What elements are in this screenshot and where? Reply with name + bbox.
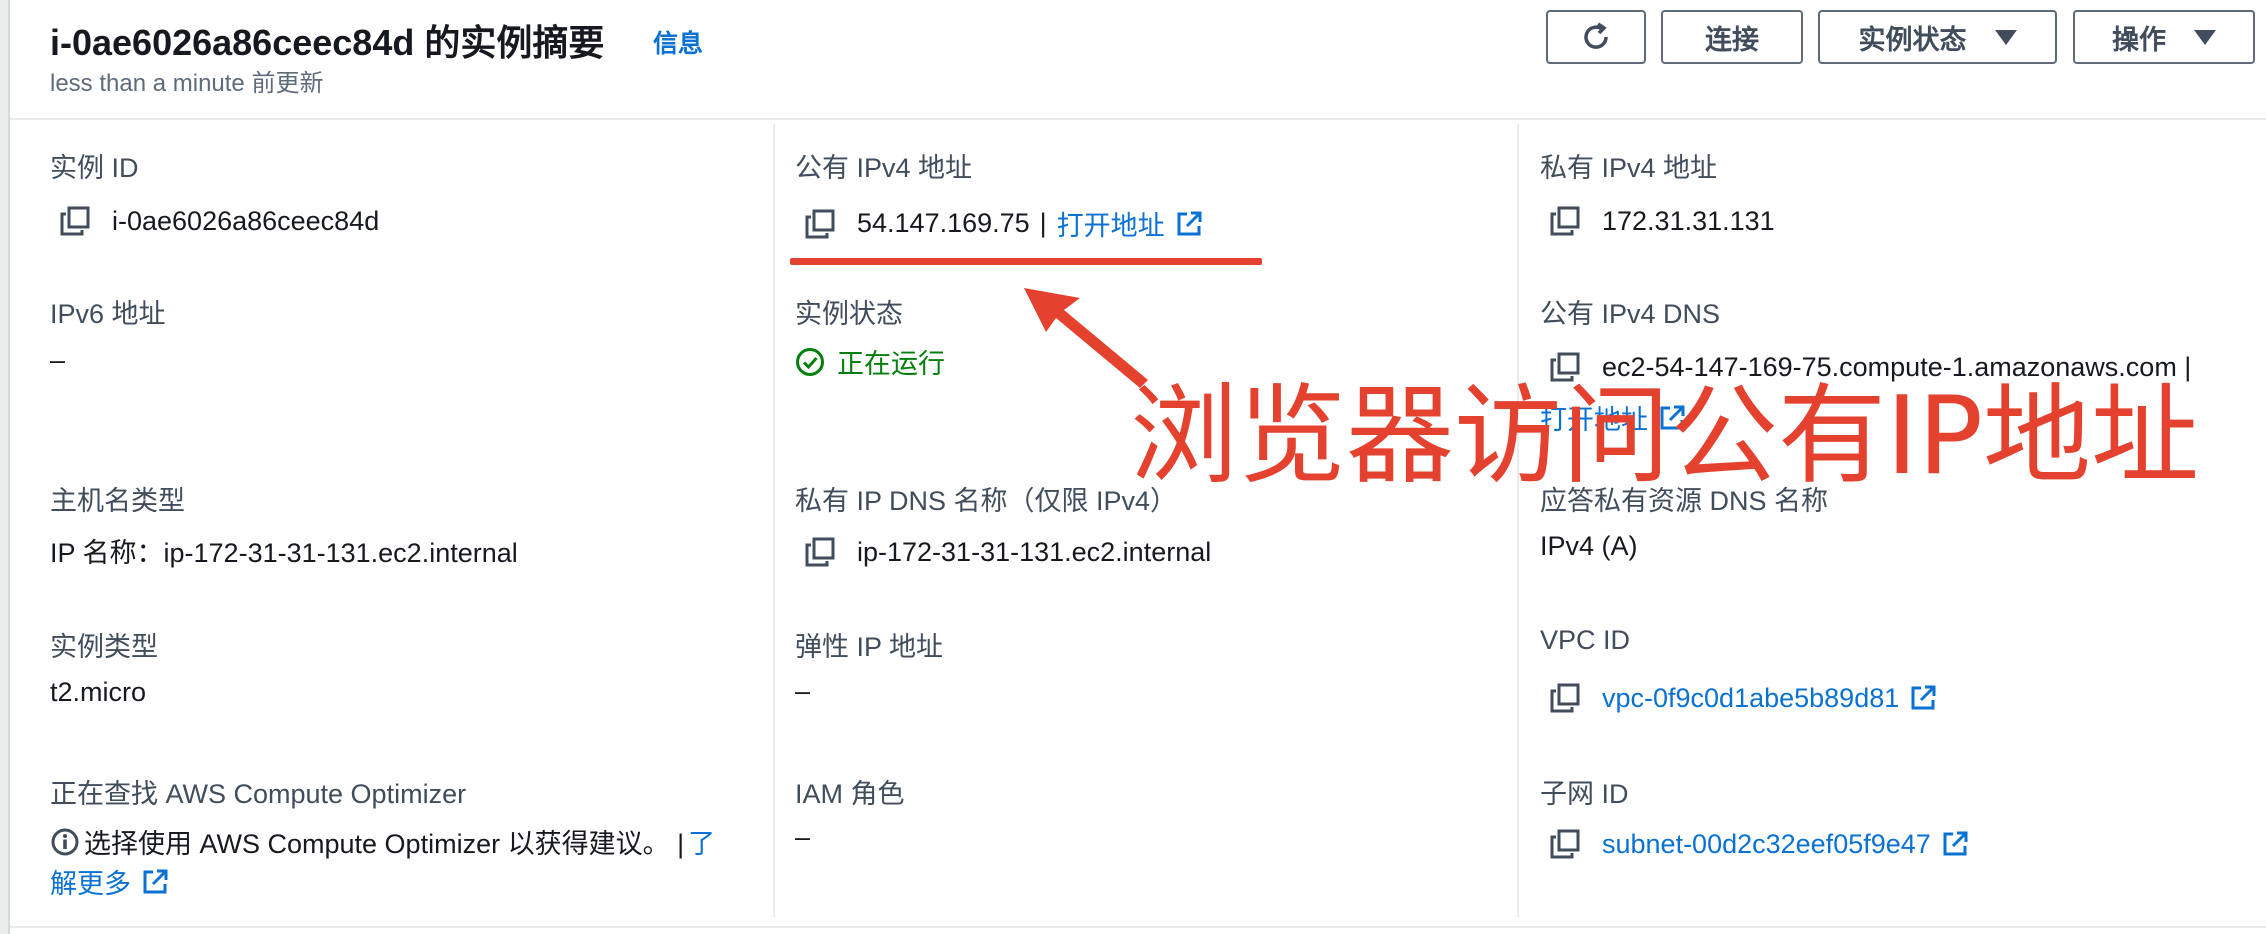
external-link-icon	[141, 868, 169, 896]
vpc-id-label: VPC ID	[1540, 625, 1631, 655]
learn-more-link[interactable]: 解更多	[50, 862, 131, 901]
page-title: i-0ae6026a86ceec84d 的实例摘要	[50, 22, 605, 63]
public-dns-label: 公有 IPv4 DNS	[1540, 299, 1721, 329]
refresh-button[interactable]	[1546, 10, 1646, 64]
private-dns-label: 私有 IP DNS 名称（仅限 IPv4）	[795, 486, 1178, 516]
open-address-link[interactable]: 打开地址	[1057, 204, 1165, 243]
last-updated-text: less than a minute 前更新	[50, 70, 324, 97]
public-ipv4-value: 54.147.169.75	[857, 208, 1030, 238]
resource-dns-value: IPv4 (A)	[1540, 531, 1638, 561]
instance-id-text: i-0ae6026a86ceec84d	[112, 205, 380, 236]
info-link[interactable]: 信息	[653, 24, 703, 60]
caret-down-icon	[2194, 29, 2216, 45]
copy-icon[interactable]	[58, 204, 92, 238]
optimizer-label: 正在查找 AWS Compute Optimizer	[50, 779, 467, 809]
caret-down-icon	[1994, 29, 2017, 45]
ipv6-value: –	[50, 345, 66, 375]
instance-id-label: 实例 ID	[50, 153, 139, 183]
connect-button-label: 连接	[1705, 24, 1759, 55]
actions-dropdown[interactable]: 操作	[2073, 10, 2255, 64]
private-ipv4-label: 私有 IPv4 地址	[1540, 153, 1718, 183]
learn-more-link-start[interactable]: 了	[688, 822, 715, 861]
instance-state-dropdown[interactable]: 实例状态	[1818, 10, 2057, 64]
column-divider	[773, 124, 775, 917]
hostname-type-label: 主机名类型	[50, 486, 185, 516]
bottom-border	[10, 926, 2266, 928]
instance-type-value: t2.micro	[50, 677, 147, 707]
public-ipv4-label: 公有 IPv4 地址	[795, 153, 973, 183]
private-ipv4-value: 172.31.31.131	[1602, 205, 1775, 236]
copy-icon[interactable]	[803, 207, 837, 241]
iam-role-value: –	[795, 822, 811, 852]
copy-icon[interactable]	[1548, 204, 1582, 238]
elastic-ip-label: 弹性 IP 地址	[795, 632, 944, 662]
iam-role-label: IAM 角色	[795, 779, 905, 809]
elastic-ip-value: –	[795, 676, 811, 706]
left-frame-edge	[0, 0, 10, 934]
optimizer-row: 选择使用 AWS Compute Optimizer 以获得建议。 | 了	[50, 822, 715, 861]
copy-icon[interactable]	[1548, 827, 1582, 861]
instance-type-label: 实例类型	[50, 632, 158, 662]
private-dns-row: ip-172-31-31-131.ec2.internal	[803, 535, 1211, 569]
column-divider	[1517, 124, 1519, 917]
ipv6-label: IPv6 地址	[50, 299, 166, 329]
annotation-caption: 浏览器访问公有IP地址	[1130, 374, 2199, 499]
annotation-underline	[790, 258, 1262, 265]
connect-button[interactable]: 连接	[1661, 10, 1803, 64]
instance-state-value-row: 正在运行	[795, 342, 945, 381]
instance-state-field-label: 实例状态	[795, 299, 903, 329]
subnet-id-link[interactable]: subnet-00d2c32eef05f9e47	[1602, 829, 1931, 860]
optimizer-text: 选择使用 AWS Compute Optimizer 以获得建议。 |	[84, 829, 685, 859]
instance-state-label: 实例状态	[1858, 24, 1967, 55]
private-ipv4-row: 172.31.31.131	[1548, 204, 1775, 238]
learn-more-row[interactable]: 解更多	[50, 862, 169, 901]
check-circle-icon	[796, 347, 824, 376]
copy-icon[interactable]	[1548, 681, 1582, 715]
summary-header: i-0ae6026a86ceec84d 的实例摘要 信息 less than a…	[10, 0, 2266, 120]
info-circle-icon	[51, 828, 79, 855]
subnet-id-label: 子网 ID	[1540, 779, 1629, 809]
vpc-id-row: vpc-0f9c0d1abe5b89d81	[1548, 681, 1937, 715]
instance-id-value: i-0ae6026a86ceec84d	[58, 204, 379, 238]
copy-icon[interactable]	[803, 535, 837, 569]
external-link-icon	[1909, 684, 1937, 712]
external-link-icon	[1941, 830, 1969, 858]
actions-label: 操作	[2112, 24, 2166, 55]
subnet-id-row: subnet-00d2c32eef05f9e47	[1548, 827, 1969, 861]
refresh-icon	[1584, 22, 1608, 49]
separator: |	[1039, 208, 1047, 238]
instance-state-value: 正在运行	[837, 349, 945, 379]
hostname-type-value: IP 名称：ip-172-31-31-131.ec2.internal	[50, 538, 518, 568]
public-ipv4-row: 54.147.169.75 | 打开地址	[803, 204, 1203, 243]
private-dns-value: ip-172-31-31-131.ec2.internal	[857, 536, 1212, 567]
vpc-id-link[interactable]: vpc-0f9c0d1abe5b89d81	[1602, 683, 1899, 714]
external-link-icon	[1175, 210, 1203, 238]
